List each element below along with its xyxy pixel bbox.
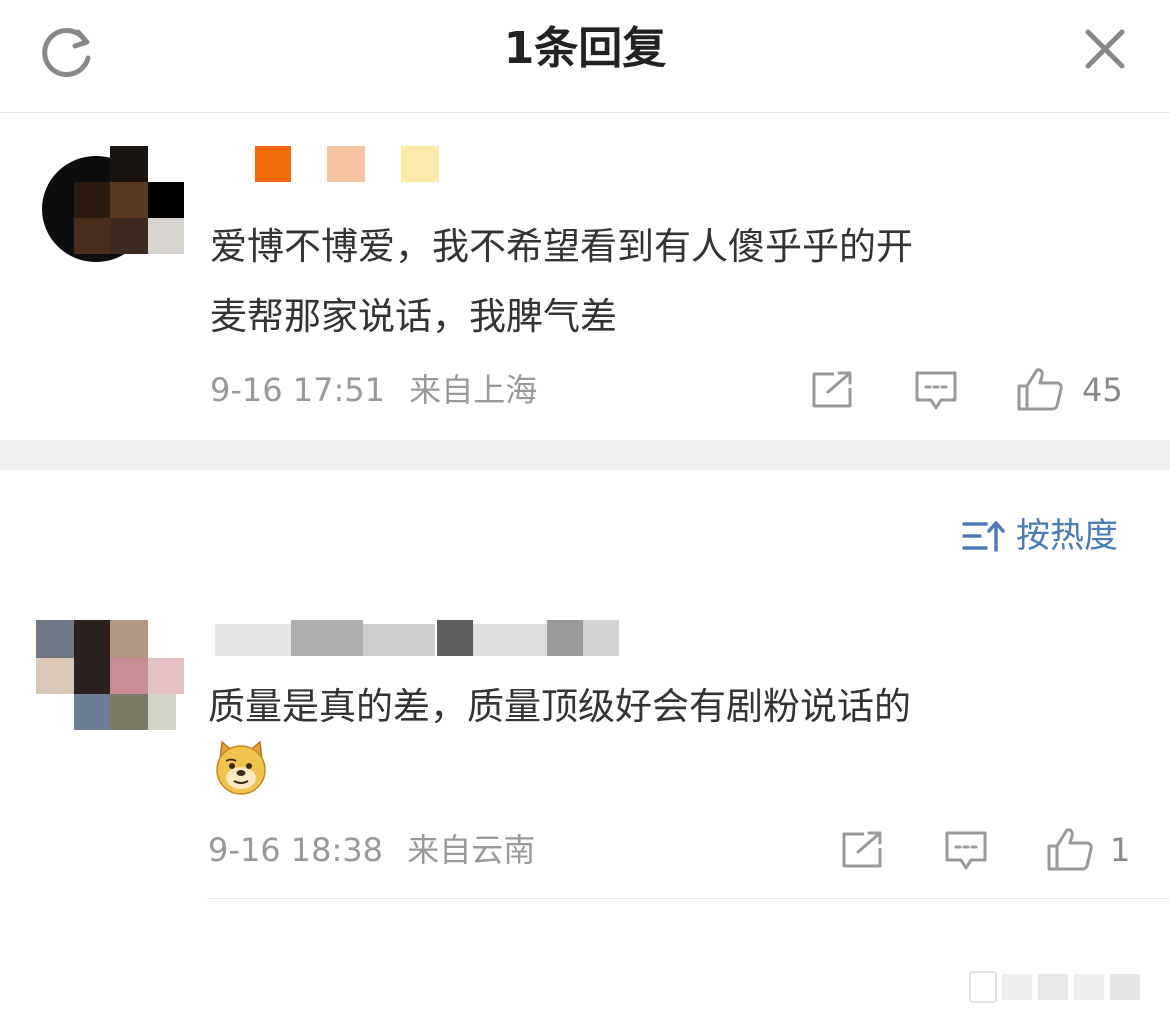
comment-location: 来自上海 xyxy=(409,371,538,409)
reply-text: 质量是真的差，质量顶级好会有剧粉说话的 xyxy=(208,685,911,728)
reply-location: 来自云南 xyxy=(407,831,536,869)
share-icon[interactable] xyxy=(810,370,854,410)
comment-icon[interactable] xyxy=(914,370,958,412)
share-icon[interactable] xyxy=(840,830,884,870)
reply-divider xyxy=(207,898,1170,899)
sort-label: 按热度 xyxy=(1016,516,1118,556)
avatar[interactable] xyxy=(38,146,184,262)
watermark xyxy=(969,971,1140,1003)
section-divider xyxy=(0,440,1170,470)
avatar[interactable] xyxy=(36,620,184,730)
close-icon[interactable] xyxy=(1080,24,1130,74)
comment-meta: 9-16 17:51 来自上海 xyxy=(210,370,537,410)
like-count: 45 xyxy=(1082,371,1123,409)
reply-meta: 9-16 18:38 来自云南 xyxy=(208,830,535,870)
sort-toggle[interactable]: 按热度 xyxy=(962,514,1118,558)
comment-time: 9-16 17:51 xyxy=(210,371,386,409)
doge-emoji xyxy=(216,740,266,795)
like-icon[interactable] xyxy=(1016,366,1064,412)
comment-text: 爱博不博爱，我不希望看到有人傻乎乎的开 麦帮那家说话，我脾气差 xyxy=(210,225,913,338)
username[interactable] xyxy=(215,146,445,188)
comment-icon[interactable] xyxy=(944,830,988,872)
like-count: 1 xyxy=(1110,831,1131,869)
reply-time: 9-16 18:38 xyxy=(208,831,384,869)
sort-icon xyxy=(962,521,1005,552)
username[interactable] xyxy=(215,620,635,660)
page-title: 1条回复 xyxy=(503,23,667,74)
like-icon[interactable] xyxy=(1046,826,1094,872)
top-bar: 1条回复 xyxy=(0,0,1170,113)
